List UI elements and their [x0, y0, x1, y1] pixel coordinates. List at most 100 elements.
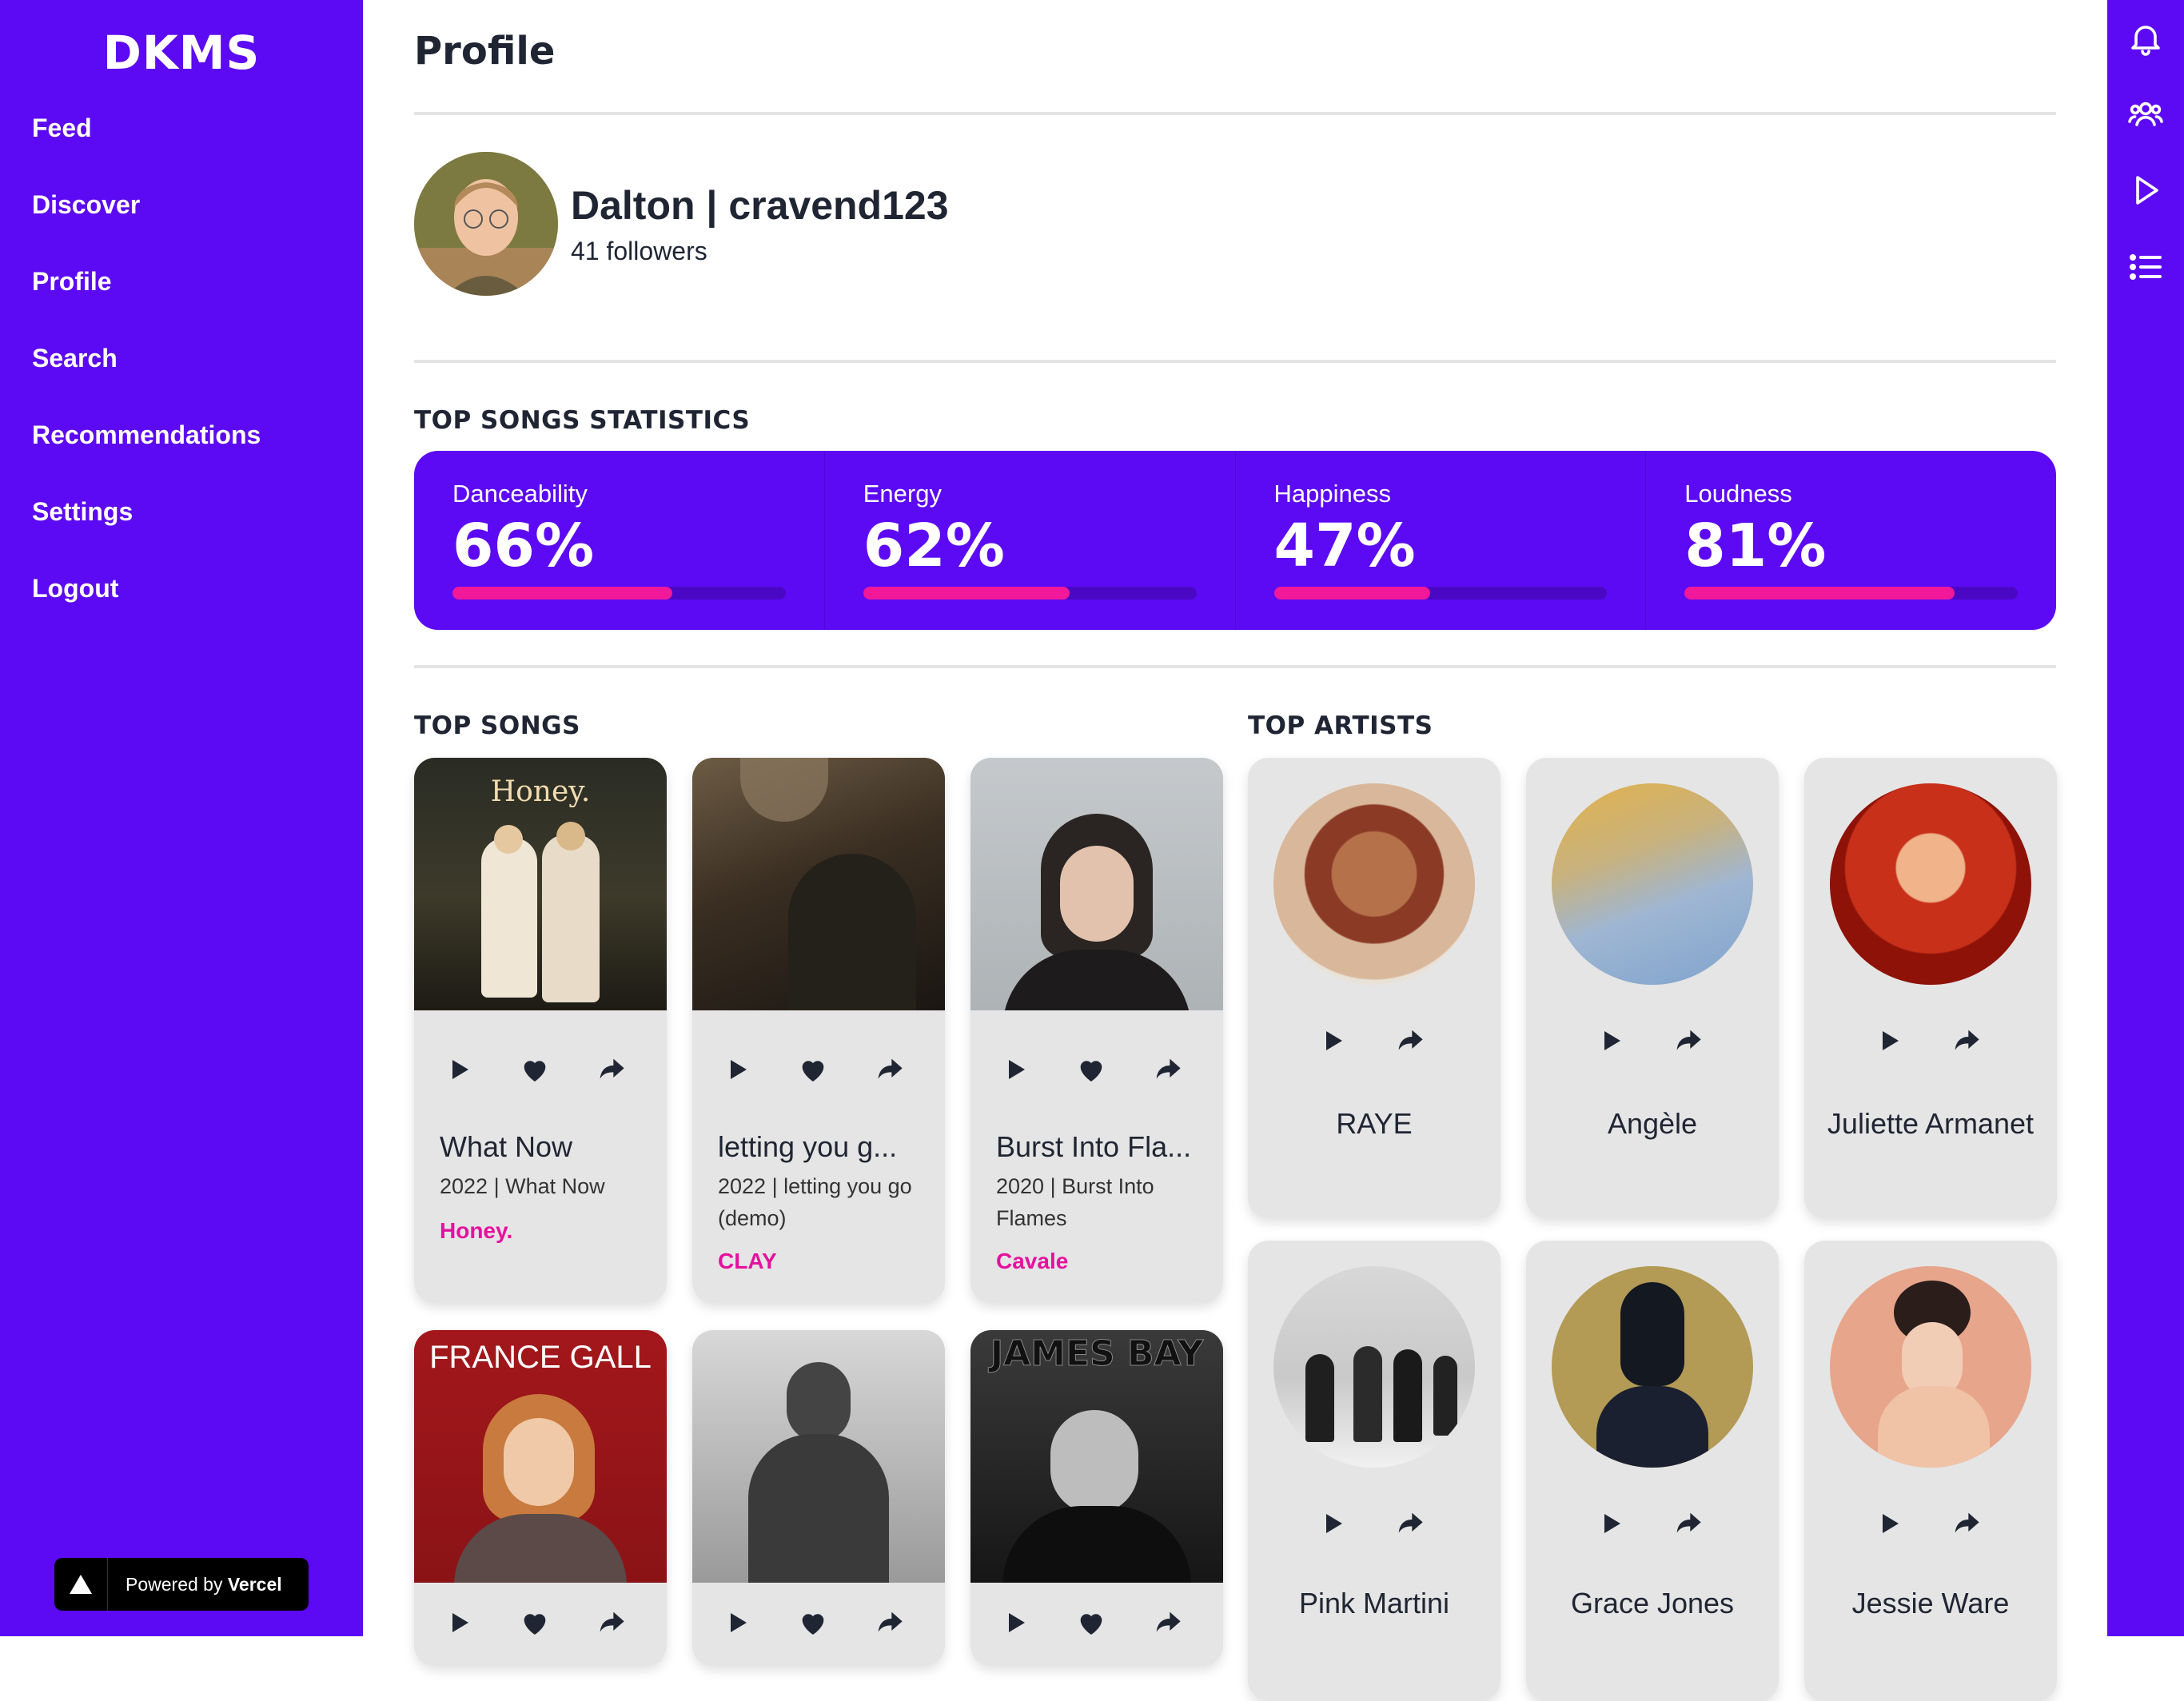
share-button[interactable]	[595, 1607, 627, 1639]
artist-card[interactable]: Pink Martini	[1248, 1241, 1501, 1701]
list-icon[interactable]	[2126, 248, 2165, 286]
share-button[interactable]	[1393, 1025, 1425, 1057]
share-button[interactable]	[873, 1054, 905, 1086]
artist-name[interactable]: Pink Martini	[1248, 1581, 1501, 1626]
play-button[interactable]	[1595, 1025, 1627, 1057]
stat-value: 81%	[1684, 512, 1827, 580]
share-button[interactable]	[1672, 1025, 1704, 1057]
share-button[interactable]	[873, 1607, 905, 1639]
progress-track	[863, 587, 1197, 600]
cover-text: JAMES BAY	[990, 1333, 1204, 1375]
stat-label: Happiness	[1273, 480, 1391, 508]
artist-photo	[1273, 1266, 1475, 1468]
cover-text: Honey.	[490, 775, 591, 808]
song-year-album: 2022 | letting you go (demo)	[718, 1174, 912, 1230]
sidebar-item-discover[interactable]: Discover	[32, 187, 261, 264]
song-title[interactable]: What Now	[440, 1130, 572, 1164]
share-button[interactable]	[1950, 1508, 1982, 1540]
play-button[interactable]	[443, 1054, 475, 1086]
artist-card[interactable]: Angèle	[1526, 758, 1779, 1218]
play-button[interactable]	[721, 1607, 753, 1639]
like-button[interactable]	[1075, 1054, 1107, 1086]
artist-name[interactable]: Angèle	[1526, 1101, 1779, 1146]
share-button[interactable]	[1393, 1508, 1425, 1540]
divider	[414, 360, 2056, 363]
stat-label: Loudness	[1684, 480, 1792, 508]
artist-name[interactable]: Jessie Ware	[1804, 1581, 2057, 1626]
song-card[interactable]: JAMES BAY	[970, 1330, 1223, 1666]
sidebar-item-recommendations[interactable]: Recommendations	[32, 417, 261, 494]
progress-fill	[863, 587, 1070, 600]
progress-fill	[1684, 587, 1955, 600]
song-year-album: 2020 | Burst Into Flames	[996, 1174, 1154, 1230]
play-button[interactable]	[1317, 1508, 1349, 1540]
song-card[interactable]: Burst Into Fla... 2020 | Burst Into Flam…	[970, 758, 1223, 1303]
artist-card[interactable]: Juliette Armanet	[1804, 758, 2057, 1218]
sidebar-item-profile[interactable]: Profile	[32, 264, 261, 341]
users-icon[interactable]	[2126, 94, 2165, 133]
artist-photo	[1552, 1266, 1753, 1468]
like-button[interactable]	[519, 1607, 551, 1639]
like-button[interactable]	[797, 1054, 829, 1086]
like-button[interactable]	[1075, 1607, 1107, 1639]
divider	[414, 112, 2056, 115]
play-button[interactable]	[1317, 1025, 1349, 1057]
progress-track	[1273, 587, 1608, 600]
play-icon[interactable]	[2126, 171, 2165, 209]
song-cover: Honey.	[414, 758, 667, 1010]
artist-name[interactable]: Juliette Armanet	[1804, 1101, 2057, 1146]
song-card[interactable]: Honey. What Now 2022 | What Now Honey.	[414, 758, 667, 1303]
sidebar: DKMS Feed Discover Profile Search Recomm…	[0, 0, 363, 1636]
song-artist[interactable]: Cavale	[996, 1249, 1068, 1274]
app-logo[interactable]: DKMS	[0, 26, 363, 80]
vercel-label: Vercel	[227, 1573, 282, 1595]
sidebar-item-feed[interactable]: Feed	[32, 110, 261, 187]
play-button[interactable]	[721, 1054, 753, 1086]
song-artist[interactable]: Honey.	[440, 1218, 512, 1244]
stats-section-title: TOP SONGS STATISTICS	[414, 406, 751, 435]
powered-by-vercel-badge[interactable]: Powered by Vercel	[54, 1558, 309, 1611]
stat-value: 62%	[863, 512, 1005, 580]
artist-card[interactable]: Jessie Ware	[1804, 1241, 2057, 1701]
song-card[interactable]: FRANCE GALL	[414, 1330, 667, 1666]
sidebar-item-settings[interactable]: Settings	[32, 494, 261, 571]
bell-icon[interactable]	[2126, 19, 2165, 58]
song-card[interactable]	[692, 1330, 945, 1666]
song-cover	[692, 1330, 945, 1583]
song-cover	[692, 758, 945, 1010]
artist-name[interactable]: RAYE	[1248, 1101, 1501, 1146]
share-button[interactable]	[1950, 1025, 1982, 1057]
stat-value: 66%	[452, 512, 595, 580]
like-button[interactable]	[797, 1607, 829, 1639]
artist-card[interactable]: Grace Jones	[1526, 1241, 1779, 1701]
progress-fill	[452, 587, 673, 600]
play-button[interactable]	[999, 1607, 1031, 1639]
share-button[interactable]	[1672, 1508, 1704, 1540]
sidebar-item-logout[interactable]: Logout	[32, 571, 261, 647]
share-button[interactable]	[1151, 1054, 1183, 1086]
play-button[interactable]	[1873, 1025, 1905, 1057]
song-title[interactable]: Burst Into Fla...	[996, 1130, 1191, 1164]
share-button[interactable]	[1151, 1607, 1183, 1639]
artist-photo	[1552, 783, 1753, 985]
sidebar-item-search[interactable]: Search	[32, 341, 261, 417]
like-button[interactable]	[519, 1054, 551, 1086]
share-button[interactable]	[595, 1054, 627, 1086]
song-year-album: 2022 | What Now	[440, 1174, 605, 1198]
followers-count[interactable]: 41 followers	[571, 237, 707, 266]
song-artist[interactable]: CLAY	[718, 1249, 777, 1274]
song-card[interactable]: letting you g... 2022 | letting you go (…	[692, 758, 945, 1303]
vercel-logo-icon	[54, 1558, 108, 1611]
play-button[interactable]	[443, 1607, 475, 1639]
play-button[interactable]	[1873, 1508, 1905, 1540]
page-title: Profile	[414, 29, 556, 74]
right-rail	[2107, 0, 2184, 1636]
play-button[interactable]	[999, 1054, 1031, 1086]
song-cover: JAMES BAY	[970, 1330, 1223, 1583]
play-button[interactable]	[1595, 1508, 1627, 1540]
artist-card[interactable]: RAYE	[1248, 758, 1501, 1218]
song-cover: FRANCE GALL	[414, 1330, 667, 1583]
artist-name[interactable]: Grace Jones	[1526, 1581, 1779, 1626]
song-title[interactable]: letting you g...	[718, 1130, 897, 1164]
cover-text: FRANCE GALL	[429, 1340, 652, 1375]
